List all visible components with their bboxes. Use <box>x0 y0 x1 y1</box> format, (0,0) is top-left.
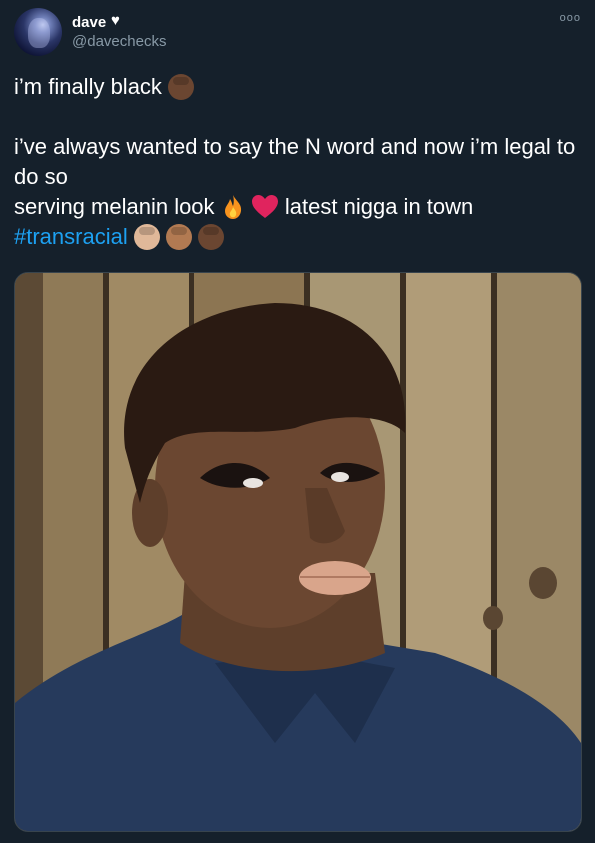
user-handle[interactable]: @davechecks <box>72 33 166 50</box>
more-options-icon[interactable]: ooo <box>560 12 581 24</box>
fire-icon <box>224 195 241 219</box>
raised-fist-medium-icon <box>165 224 192 250</box>
tweet-line-4: #transracial <box>14 222 581 252</box>
raised-fist-light-icon <box>133 224 160 250</box>
display-name[interactable]: dave <box>72 14 106 31</box>
hashtag-link[interactable]: #transracial <box>14 224 128 249</box>
avatar[interactable] <box>14 8 62 56</box>
tweet-line-1: i’m finally black <box>14 72 581 102</box>
red-heart-icon <box>251 195 278 218</box>
tweet-line-3-text-b: latest nigga in town <box>284 194 474 219</box>
tweet-line-3-text-a: serving melanin look <box>14 194 215 219</box>
tweet-photo[interactable] <box>14 272 582 832</box>
raised-fist-dark-icon <box>168 74 195 100</box>
tweet-line-1-text: i’m finally black <box>14 74 162 99</box>
tweet-text: i’m finally black i’ve always wanted to … <box>14 72 581 252</box>
tweet-line-2: i’ve always wanted to say the N word and… <box>14 134 576 189</box>
tweet-line-3: serving melanin look latest nigga in tow… <box>14 192 581 222</box>
tweet-header: dave ♥ @davechecks ooo <box>14 8 581 58</box>
raised-fist-dark-icon <box>198 224 225 250</box>
white-heart-icon: ♥ <box>111 12 120 29</box>
portrait-photo <box>15 273 581 831</box>
